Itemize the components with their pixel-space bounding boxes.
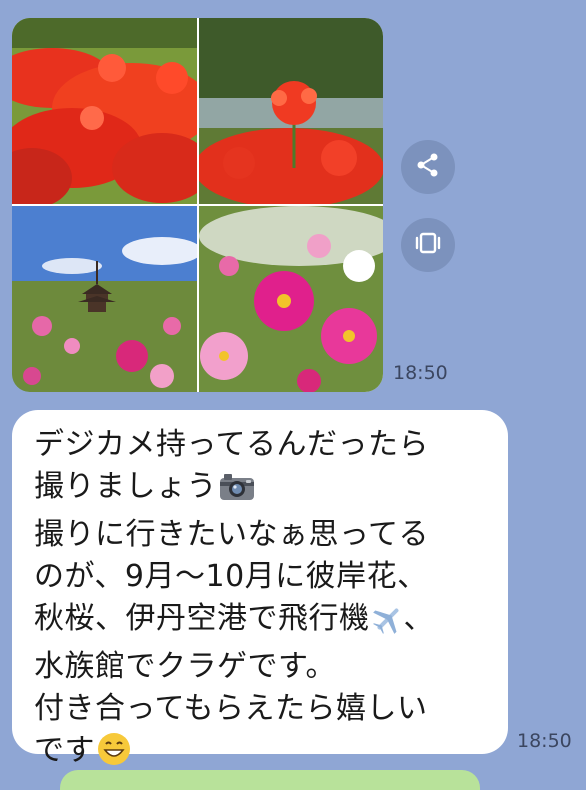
camera-emoji-icon xyxy=(219,472,255,514)
share-button[interactable] xyxy=(401,140,455,194)
text-message-bubble[interactable]: デジカメ持ってるんだったら 撮りましょう 撮りに行きたいなぁ思ってる のが、9月… xyxy=(12,410,508,768)
photo-red-spider-lilies-field[interactable] xyxy=(12,18,197,204)
message-line-4: のが、9月〜10月に彼岸花、 xyxy=(34,559,428,594)
message-line-1: デジカメ持ってるんだったら xyxy=(34,427,429,462)
keep-button[interactable] xyxy=(401,218,455,272)
keep-icon xyxy=(415,230,441,260)
share-icon xyxy=(415,152,441,182)
photo-cosmos-closeup[interactable] xyxy=(199,206,383,392)
message-line-7: 水族館でクラゲです。 xyxy=(34,649,336,684)
message-line-5: 秋桜、伊丹空港で飛行機 xyxy=(34,601,370,636)
message-line-9: です xyxy=(34,733,95,768)
message-text: デジカメ持ってるんだったら 撮りましょう 撮りに行きたいなぁ思ってる のが、9月… xyxy=(34,424,504,778)
text-message-time: 18:50 xyxy=(517,730,572,752)
photo-red-spider-lily-closeup[interactable] xyxy=(199,18,383,204)
airplane-emoji-icon xyxy=(372,604,404,646)
message-line-3: 撮りに行きたいなぁ思ってる xyxy=(34,517,429,552)
message-line-6: 、 xyxy=(403,601,434,636)
photo-pagoda-cosmos[interactable] xyxy=(12,206,197,392)
next-message-bubble[interactable] xyxy=(60,770,480,790)
message-line-2: 撮りましょう xyxy=(34,469,217,504)
photo-message-time: 18:50 xyxy=(393,362,448,384)
photo-grid[interactable] xyxy=(12,18,383,392)
message-line-8: 付き合ってもらえたら嬉しい xyxy=(34,691,428,726)
